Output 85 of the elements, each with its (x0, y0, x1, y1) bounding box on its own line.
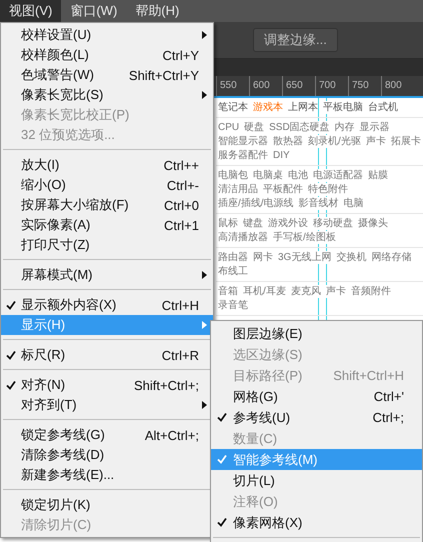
category-link[interactable]: 电脑 (344, 197, 364, 210)
menu-item[interactable]: 锁定参考线(G) Alt+Ctrl+; (1, 425, 213, 445)
ruler-label: 600 (249, 76, 282, 96)
menu-item[interactable]: 显示额外内容(X) Ctrl+H (1, 295, 213, 315)
category-link[interactable]: 音箱 (218, 285, 238, 298)
menu-item[interactable]: 像素长宽比(S) (1, 85, 213, 105)
category-link[interactable]: 交换机 (336, 251, 366, 264)
menu-item[interactable]: 对齐到(T) (1, 395, 213, 415)
category-tab[interactable]: 台式机 (368, 101, 398, 114)
category-link[interactable]: 硬盘 (244, 121, 264, 134)
category-link[interactable]: 电脑包 (218, 169, 248, 182)
category-link[interactable]: 路由器 (218, 251, 248, 264)
menu-item[interactable]: 实际像素(A) Ctrl+1 (1, 215, 213, 235)
ruler-label: 750 (348, 76, 381, 96)
category-link[interactable]: 3G无线上网 (278, 251, 332, 264)
category-link[interactable]: 智能显示器 (218, 135, 268, 148)
menu-item[interactable]: 锁定切片(K) (1, 495, 213, 515)
category-link[interactable]: 高清播放器 (218, 231, 268, 244)
category-link[interactable]: SSD固态硬盘 (269, 121, 330, 134)
menu-item[interactable]: 色域警告(W) Shift+Ctrl+Y (1, 65, 213, 85)
category-link[interactable]: 手写板/绘图板 (273, 231, 336, 244)
category-tab[interactable]: 笔记本 (218, 101, 248, 114)
category-link[interactable]: 服务器配件 (218, 149, 268, 162)
menu-item[interactable]: 智能参考线(M) (211, 449, 422, 470)
category-link[interactable]: 耳机/耳麦 (243, 285, 286, 298)
menu-item[interactable]: 清除参考线(D) (1, 445, 213, 465)
category-link[interactable]: 插座/插线/电源线 (218, 197, 294, 210)
submenu-arrow-icon (202, 271, 207, 279)
category-link[interactable]: 网卡 (253, 251, 273, 264)
menu-item[interactable]: 缩小(O) Ctrl+- (1, 175, 213, 195)
category-tab[interactable]: 平板电脑 (323, 101, 363, 114)
category-link[interactable]: 移动硬盘 (313, 217, 353, 230)
menu-bar-item[interactable]: 帮助(H) (126, 0, 188, 22)
menu-bar-item[interactable]: 视图(V) (0, 0, 62, 22)
menu-item[interactable]: 图层边缘(E) (211, 323, 422, 344)
category-link[interactable]: 电源适配器 (313, 169, 363, 182)
category-link[interactable]: 清洁用品 (218, 183, 258, 196)
ruler-label: 650 (282, 76, 315, 96)
ruler-label: 800 (381, 76, 414, 96)
refine-edge-button[interactable]: 调整边缘... (253, 28, 338, 52)
menu-item[interactable]: 网格(G) Ctrl+' (211, 386, 422, 407)
menu-item[interactable]: 按屏幕大小缩放(F) Ctrl+0 (1, 195, 213, 215)
category-link[interactable]: 内存 (334, 121, 355, 134)
category-link[interactable]: 平板配件 (263, 183, 303, 196)
category-link[interactable]: 布线工 (218, 265, 248, 278)
category-link[interactable]: 音频附件 (350, 285, 391, 298)
ruler-label: 550 (216, 76, 249, 96)
category-link[interactable]: 声卡 (326, 285, 346, 298)
category-link[interactable]: 键盘 (243, 217, 263, 230)
category-link[interactable]: 散热器 (273, 135, 303, 148)
category-link[interactable]: 鼠标 (218, 217, 238, 230)
menu-item[interactable]: 校样颜色(L) Ctrl+Y (1, 45, 213, 65)
ruler-label: 700 (315, 76, 348, 96)
category-link[interactable]: 特色附件 (308, 183, 348, 196)
category-link[interactable]: 声卡 (366, 135, 386, 148)
menu-item[interactable]: 参考线(U) Ctrl+; (211, 407, 422, 428)
category-link[interactable]: 影音线材 (298, 197, 339, 210)
category-link[interactable]: 电池 (288, 169, 308, 182)
submenu-arrow-icon (202, 91, 207, 99)
menu-item[interactable]: 显示(H) (1, 315, 213, 335)
menu-item[interactable]: 放大(I) Ctrl++ (1, 155, 213, 175)
category-link[interactable]: 显示器 (360, 121, 390, 134)
menu-item[interactable]: 对齐(N) Shift+Ctrl+; (1, 375, 213, 395)
submenu-arrow-icon (202, 321, 207, 329)
submenu-arrow-icon (202, 31, 207, 39)
menu-item[interactable]: 新建参考线(E)... (1, 465, 213, 485)
menu-item[interactable]: 打印尺寸(Z) (1, 235, 213, 255)
menu-item[interactable]: 屏幕模式(M) (1, 265, 213, 285)
category-link[interactable]: 贴膜 (368, 169, 388, 182)
category-link[interactable]: 游戏外设 (268, 217, 308, 230)
category-link[interactable]: 摄像头 (358, 217, 388, 230)
menu-item[interactable]: 像素网格(X) (211, 512, 422, 533)
menu-bar-item[interactable]: 窗口(W) (61, 0, 126, 22)
category-tab[interactable]: 游戏本 (253, 101, 283, 114)
menu-item[interactable]: 校样设置(U) (1, 25, 213, 45)
menu-item[interactable]: 切片(L) (211, 470, 422, 491)
menu-item[interactable]: 标尺(R) Ctrl+R (1, 345, 213, 365)
category-link[interactable]: 拓展卡 (390, 135, 421, 148)
category-link[interactable]: 麦克风 (290, 285, 321, 298)
category-link[interactable]: 刻录机/光驱 (308, 135, 361, 148)
category-link[interactable]: 电脑桌 (253, 169, 283, 182)
submenu-arrow-icon (202, 401, 207, 409)
category-link[interactable]: 网络存储 (371, 251, 412, 264)
category-tab[interactable]: 上网本 (288, 101, 318, 114)
category-link[interactable]: 录音笔 (218, 299, 248, 312)
